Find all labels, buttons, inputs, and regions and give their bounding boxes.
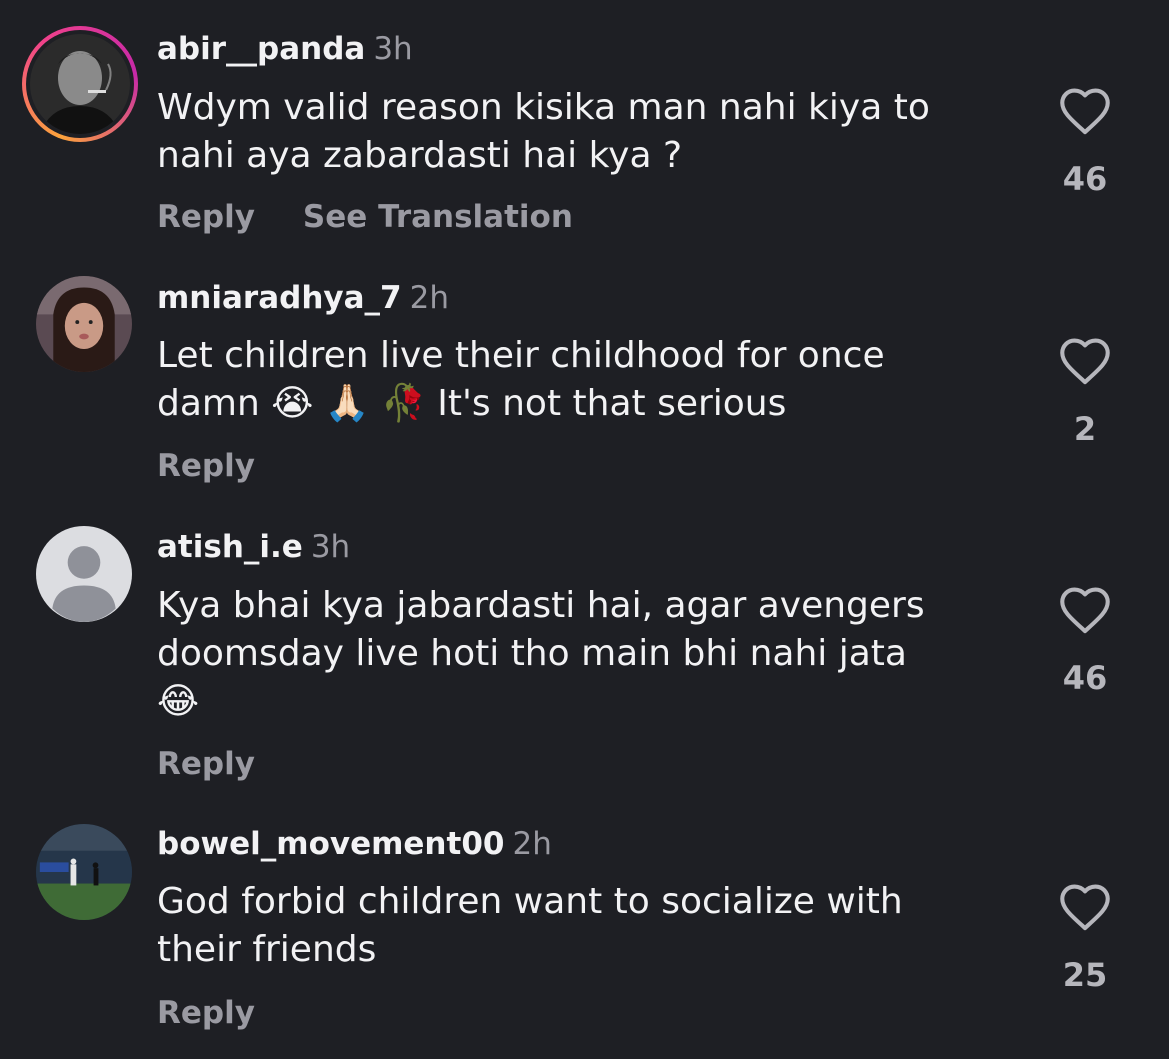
reply-button[interactable]: Reply bbox=[157, 995, 255, 1031]
like-count: 46 bbox=[1062, 659, 1108, 697]
comment-header: mniaradhya_7 2h bbox=[157, 280, 449, 316]
avatar[interactable] bbox=[36, 824, 132, 920]
heart-icon[interactable] bbox=[1055, 336, 1115, 386]
comment-text: Wdym valid reason kisika man nahi kiya t… bbox=[157, 87, 930, 176]
like-count: 25 bbox=[1062, 956, 1108, 994]
story-ring[interactable] bbox=[22, 26, 138, 142]
like-group: 46 bbox=[1055, 86, 1115, 198]
reply-button[interactable]: Reply bbox=[157, 448, 255, 484]
like-group: 2 bbox=[1055, 336, 1115, 448]
heart-icon[interactable] bbox=[1055, 86, 1115, 136]
comment-actions: Reply See Translation bbox=[157, 198, 573, 236]
username[interactable]: atish_i.e bbox=[157, 529, 303, 565]
comment-actions: Reply bbox=[157, 447, 255, 485]
username[interactable]: mniaradhya_7 bbox=[157, 280, 402, 316]
comment-text: Kya bhai kya jabardasti hai, agar avenge… bbox=[157, 585, 925, 722]
comment-header: abir__panda 3h bbox=[157, 31, 413, 67]
see-translation-button[interactable]: See Translation bbox=[303, 199, 573, 235]
comment-actions: Reply bbox=[157, 745, 255, 783]
timestamp: 2h bbox=[409, 280, 449, 316]
like-group: 25 bbox=[1055, 882, 1115, 994]
like-group: 46 bbox=[1055, 585, 1115, 697]
like-count: 46 bbox=[1062, 160, 1108, 198]
comment-text: Let children live their childhood for on… bbox=[157, 335, 885, 424]
heart-icon[interactable] bbox=[1055, 882, 1115, 932]
comment-text: God forbid children want to socialize wi… bbox=[157, 881, 903, 970]
timestamp: 3h bbox=[310, 529, 351, 565]
username[interactable]: bowel_movement00 bbox=[157, 826, 504, 862]
comment-header: bowel_movement00 2h bbox=[157, 826, 552, 862]
like-count: 2 bbox=[1073, 410, 1097, 448]
timestamp: 3h bbox=[373, 31, 413, 67]
timestamp: 2h bbox=[512, 826, 552, 862]
comment-actions: Reply bbox=[157, 994, 255, 1032]
comment-header: atish_i.e 3h bbox=[157, 529, 350, 565]
avatar[interactable] bbox=[36, 526, 132, 622]
avatar[interactable] bbox=[30, 34, 130, 134]
avatar[interactable] bbox=[36, 276, 132, 372]
reply-button[interactable]: Reply bbox=[157, 199, 255, 235]
reply-button[interactable]: Reply bbox=[157, 746, 255, 782]
username[interactable]: abir__panda bbox=[157, 31, 365, 67]
heart-icon[interactable] bbox=[1055, 585, 1115, 635]
